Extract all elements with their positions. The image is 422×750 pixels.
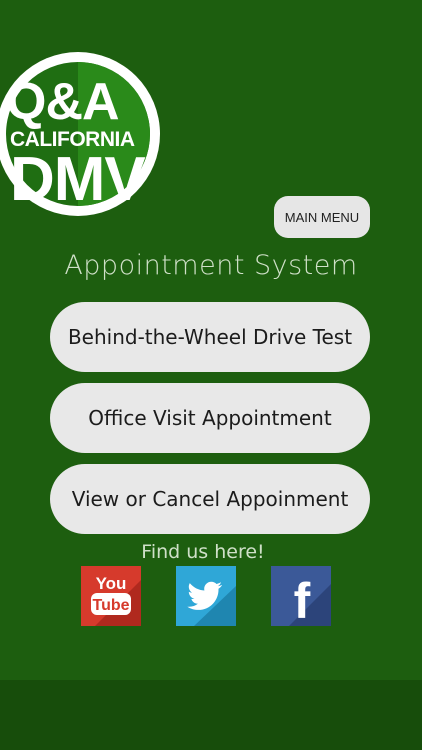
youtube-tube-text: Tube	[92, 597, 129, 614]
logo-qa-text: Q&A	[6, 73, 120, 131]
facebook-icon[interactable]: f	[271, 566, 331, 626]
app-logo: Q&A CALIFORNIA DMV	[0, 38, 164, 230]
office-visit-button[interactable]: Office Visit Appointment	[50, 383, 370, 453]
youtube-you-text: You	[96, 574, 127, 593]
bottom-bar	[0, 680, 422, 750]
logo-dmv-text: DMV	[10, 145, 146, 214]
view-cancel-button[interactable]: View or Cancel Appoinment	[50, 464, 370, 534]
page-title: Appointment System	[64, 250, 358, 281]
facebook-f-text: f	[294, 573, 311, 626]
main-menu-button[interactable]: MAIN MENU	[274, 196, 370, 238]
twitter-icon[interactable]	[176, 566, 236, 626]
find-us-label: Find us here!	[141, 541, 265, 563]
youtube-icon[interactable]: You Tube	[81, 566, 141, 626]
drive-test-button[interactable]: Behind-the-Wheel Drive Test	[50, 302, 370, 372]
